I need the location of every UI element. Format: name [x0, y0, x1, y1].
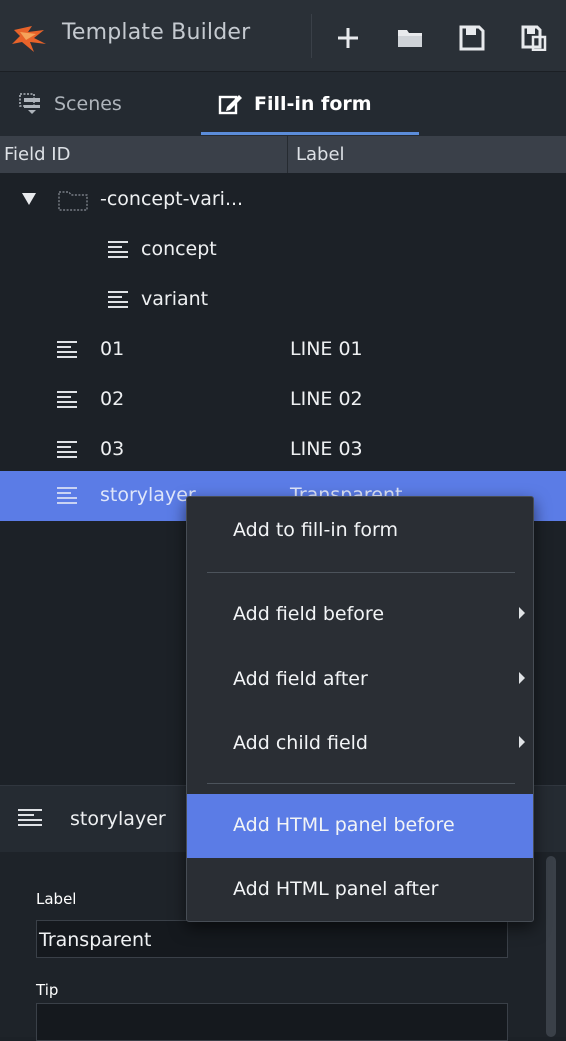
plus-icon — [338, 28, 358, 48]
tree-row-id: variant — [141, 288, 209, 310]
tab-fill-in-form-label: Fill-in form — [254, 93, 372, 115]
menu-item-add-field-after[interactable]: Add field after — [187, 648, 533, 712]
folder-icon — [398, 30, 422, 47]
tree-row-id: concept — [141, 238, 217, 260]
tree-row-variant[interactable]: variant — [0, 275, 566, 325]
tree-row-id: 01 — [100, 338, 125, 360]
menu-item-add-html-panel-after[interactable]: Add HTML panel after — [187, 858, 533, 922]
save-as-icon — [521, 25, 547, 51]
tree-row-concept[interactable]: concept — [0, 225, 566, 275]
save-as-button[interactable] — [514, 18, 554, 58]
details-scrollbar[interactable] — [546, 856, 556, 1037]
toolbar-separator — [311, 14, 312, 58]
tree-group-id: -concept-vari... — [100, 188, 244, 210]
menu-separator — [207, 783, 515, 784]
new-button[interactable] — [328, 18, 368, 58]
submenu-arrow-icon — [519, 672, 525, 684]
label-caption: Label — [36, 890, 77, 908]
active-tab-indicator — [201, 132, 419, 135]
text-field-icon — [108, 291, 128, 308]
menu-item-add-child-field[interactable]: Add child field — [187, 712, 533, 776]
submenu-arrow-icon — [519, 607, 525, 619]
toolbar: Template Builder — [0, 0, 566, 71]
tree-group-row[interactable]: -concept-vari... — [0, 175, 566, 225]
app-title: Template Builder — [62, 20, 251, 45]
text-field-icon — [57, 441, 77, 458]
tree-row-label: LINE 02 — [290, 388, 363, 410]
tree-column-header: Field ID Label — [0, 136, 566, 173]
tree-row-id: 02 — [100, 388, 125, 410]
tree-row-02[interactable]: 02 LINE 02 — [0, 375, 566, 425]
context-menu: Add to fill-in form Add field before Add… — [186, 496, 534, 922]
tree-row-id: storylayer — [100, 484, 196, 506]
column-label[interactable]: Label — [287, 136, 345, 173]
tree-row-01[interactable]: 01 LINE 01 — [0, 325, 566, 375]
scenes-icon — [19, 93, 40, 114]
field-details-title: storylayer — [70, 808, 166, 830]
submenu-arrow-icon — [519, 736, 525, 748]
tab-scenes-label: Scenes — [54, 93, 122, 115]
open-button[interactable] — [390, 18, 430, 58]
expand-triangle-icon[interactable] — [22, 193, 36, 205]
label-field[interactable]: Transparent — [36, 920, 508, 958]
save-icon — [459, 25, 485, 51]
text-field-icon — [108, 241, 128, 258]
text-field-icon — [57, 341, 77, 358]
folder-outline-icon — [58, 191, 88, 211]
app-logo-icon — [12, 26, 46, 52]
tip-field[interactable] — [36, 1003, 508, 1041]
tab-fill-in-form[interactable]: Fill-in form — [218, 72, 372, 136]
menu-item-add-html-panel-before[interactable]: Add HTML panel before — [187, 794, 533, 858]
menu-item-add-to-fill-in-form[interactable]: Add to fill-in form — [187, 499, 533, 563]
tree-row-label: LINE 01 — [290, 338, 363, 360]
text-field-icon — [18, 809, 42, 826]
menu-separator — [207, 572, 515, 573]
menu-item-add-field-before[interactable]: Add field before — [187, 583, 533, 647]
tab-scenes[interactable]: Scenes — [18, 72, 122, 136]
column-field-id[interactable]: Field ID — [4, 144, 70, 165]
tab-bar: Scenes Fill-in form — [0, 71, 566, 136]
edit-form-icon — [218, 95, 242, 115]
save-button[interactable] — [452, 18, 492, 58]
tree-row-label: LINE 03 — [290, 438, 363, 460]
text-field-icon — [57, 391, 77, 408]
tip-caption: Tip — [36, 981, 59, 999]
text-field-icon — [57, 487, 77, 504]
tree-row-03[interactable]: 03 LINE 03 — [0, 425, 566, 475]
tree-row-id: 03 — [100, 438, 125, 460]
